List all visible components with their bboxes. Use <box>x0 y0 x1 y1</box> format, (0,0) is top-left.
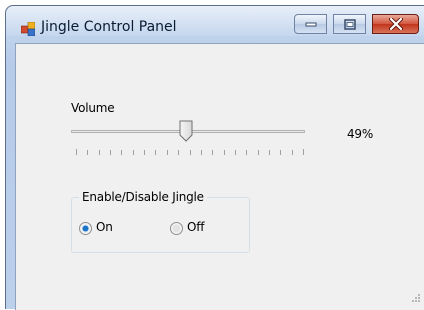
close-icon <box>388 18 403 30</box>
jingle-groupbox-title: Enable/Disable Jingle <box>79 190 207 204</box>
radio-off[interactable] <box>170 222 183 235</box>
radio-on-label[interactable]: On <box>96 220 113 234</box>
maximize-icon <box>343 18 356 30</box>
volume-slider-ticks <box>76 149 304 155</box>
resize-grip-icon[interactable] <box>409 292 421 304</box>
window-title: Jingle Control Panel <box>41 19 177 35</box>
maximize-button[interactable] <box>333 14 366 34</box>
app-window-icon <box>21 22 35 36</box>
volume-label: Volume <box>71 101 115 115</box>
window-frame: Jingle Control Panel Volume 49% Enable/D… <box>5 5 424 310</box>
window-client-area: Volume 49% Enable/Disable Jingle On Off <box>15 43 424 310</box>
app-window: Jingle Control Panel Volume 49% Enable/D… <box>0 0 424 310</box>
close-button[interactable] <box>372 14 419 34</box>
minimize-button[interactable] <box>294 14 327 34</box>
volume-value: 49% <box>347 127 374 141</box>
minimize-icon <box>305 22 316 27</box>
radio-off-label[interactable]: Off <box>187 220 205 234</box>
radio-on[interactable] <box>79 222 92 235</box>
volume-slider-thumb[interactable] <box>179 120 193 142</box>
